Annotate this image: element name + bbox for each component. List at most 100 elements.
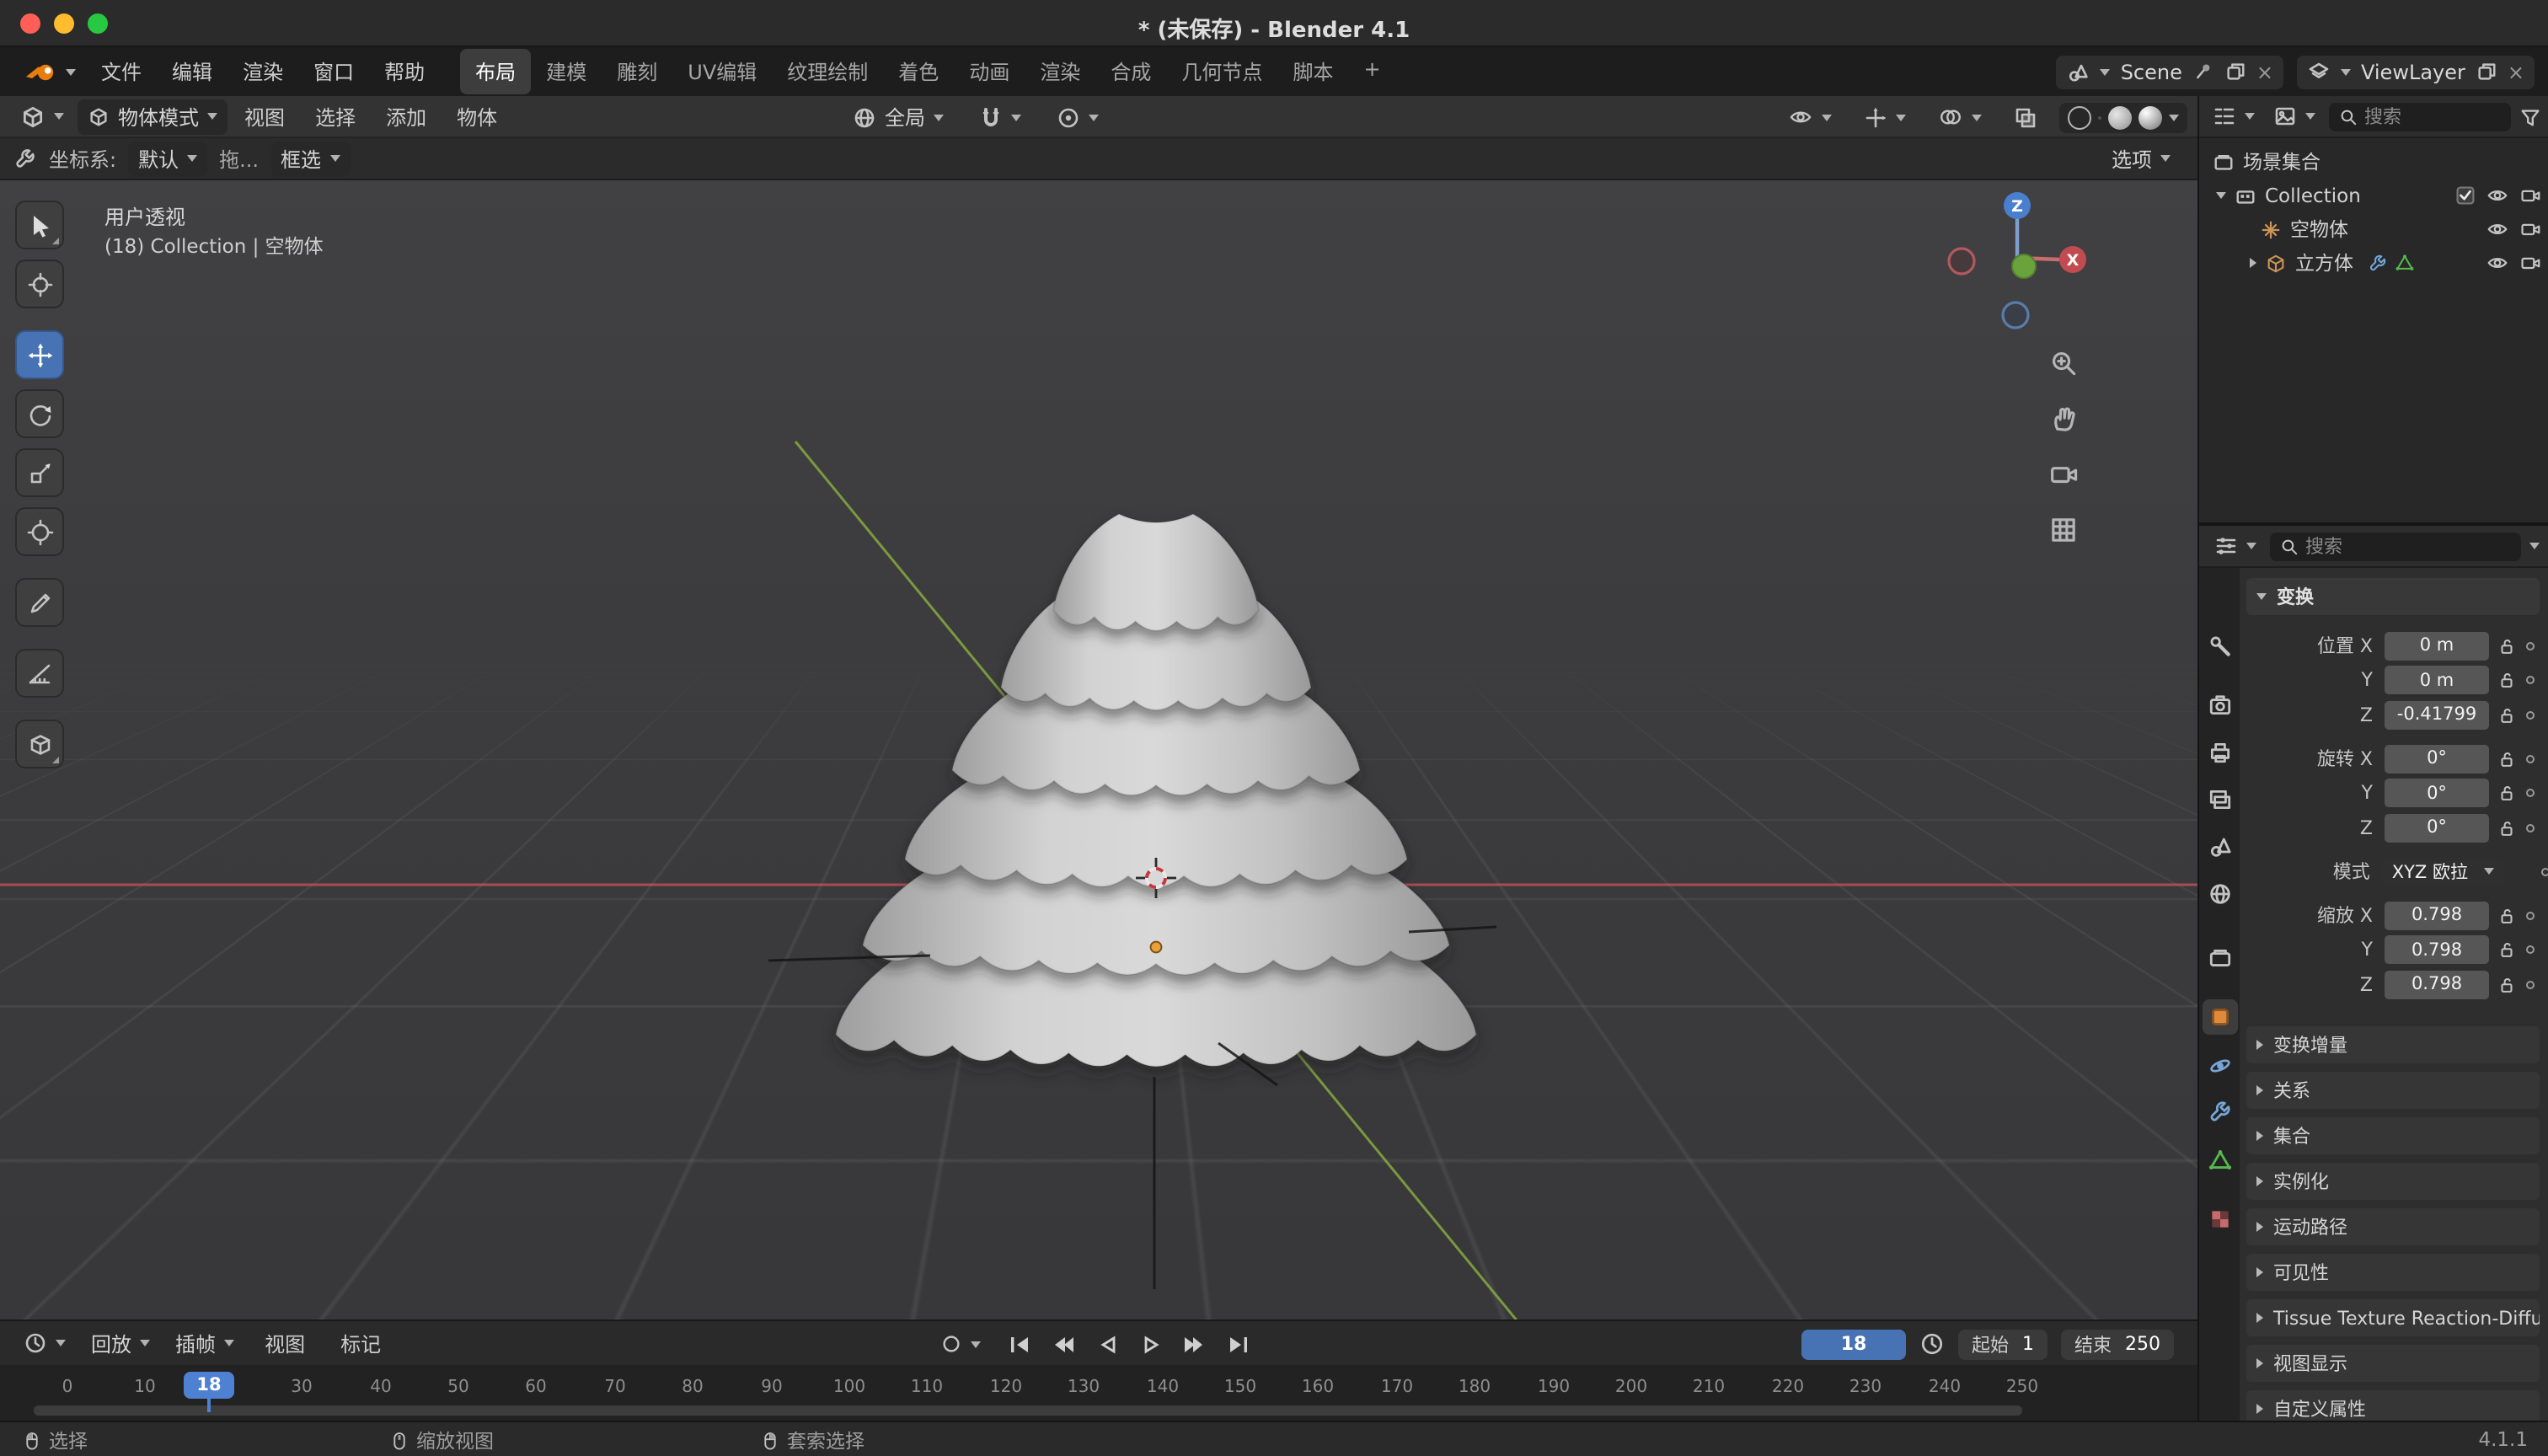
animate-dot[interactable] bbox=[2526, 754, 2535, 763]
rotation-z-field[interactable]: 0° bbox=[2385, 813, 2489, 842]
menu-add[interactable]: 添加 bbox=[372, 97, 440, 136]
outliner-search-input[interactable] bbox=[2364, 105, 2501, 127]
menu-view[interactable]: 视图 bbox=[231, 97, 298, 136]
section-instancing[interactable]: 实例化 bbox=[2246, 1163, 2540, 1200]
scale-y-field[interactable]: 0.798 bbox=[2385, 935, 2489, 964]
tab-scene[interactable] bbox=[2203, 829, 2238, 864]
outliner-editor-type-button[interactable] bbox=[2208, 101, 2260, 131]
lock-icon[interactable] bbox=[2497, 975, 2516, 993]
timeline-view-menu[interactable]: 视图 bbox=[249, 1322, 320, 1364]
play-button[interactable] bbox=[1136, 1329, 1166, 1359]
visibility-dropdown[interactable] bbox=[1778, 103, 1842, 131]
tab-render[interactable] bbox=[2203, 688, 2238, 723]
tab-collection[interactable] bbox=[2203, 940, 2238, 976]
section-collections[interactable]: 集合 bbox=[2246, 1117, 2540, 1154]
annotate-tool[interactable] bbox=[15, 578, 64, 627]
section-viewport-display[interactable]: 视图显示 bbox=[2246, 1345, 2540, 1382]
animate-dot[interactable] bbox=[2526, 641, 2535, 650]
scale-tool[interactable] bbox=[15, 448, 64, 497]
remove-viewlayer-icon[interactable]: × bbox=[2508, 60, 2524, 83]
gizmo-z-neg-axis[interactable] bbox=[2003, 302, 2028, 328]
scale-x-field[interactable]: 0.798 bbox=[2385, 901, 2489, 929]
location-y-field[interactable]: 0 m bbox=[2385, 666, 2489, 694]
xray-toggle[interactable] bbox=[2004, 102, 2048, 132]
pin-icon[interactable] bbox=[2192, 61, 2214, 83]
hide-viewport-icon[interactable] bbox=[2486, 219, 2509, 239]
viewlayer-selector[interactable]: ViewLayer × bbox=[2297, 55, 2535, 88]
orientation-dropdown[interactable]: 全局 bbox=[843, 99, 954, 135]
menu-window[interactable]: 窗口 bbox=[298, 51, 369, 93]
orientation-setting-dropdown[interactable]: 默认 bbox=[128, 141, 207, 176]
jump-to-end-button[interactable] bbox=[1223, 1329, 1254, 1359]
current-frame-field[interactable]: 18 bbox=[1801, 1329, 1906, 1359]
animate-dot[interactable] bbox=[2526, 710, 2535, 719]
ortho-toggle-button[interactable] bbox=[2042, 509, 2083, 549]
disable-render-icon[interactable] bbox=[2519, 185, 2541, 206]
tab-output[interactable] bbox=[2203, 735, 2238, 770]
frame-end-field[interactable]: 结束250 bbox=[2061, 1329, 2174, 1359]
workspace-tab-layout[interactable]: 布局 bbox=[460, 49, 531, 94]
animate-dot[interactable] bbox=[2526, 911, 2535, 919]
hide-viewport-icon[interactable] bbox=[2486, 185, 2509, 206]
workspace-tab-texture-paint[interactable]: 纹理绘制 bbox=[772, 49, 883, 94]
tab-physics[interactable] bbox=[2203, 1048, 2238, 1084]
rotation-mode-dropdown[interactable]: XYZ 欧拉 bbox=[2382, 857, 2504, 886]
shading-wireframe-button[interactable] bbox=[2068, 105, 2091, 129]
properties-options-caret[interactable] bbox=[2529, 543, 2540, 549]
scale-z-field[interactable]: 0.798 bbox=[2385, 970, 2489, 998]
scene-selector[interactable]: Scene × bbox=[2057, 55, 2283, 88]
animate-dot[interactable] bbox=[2526, 789, 2535, 797]
rotation-y-field[interactable]: 0° bbox=[2385, 779, 2489, 807]
workspace-tab-rendering[interactable]: 渲染 bbox=[1025, 49, 1095, 94]
hide-viewport-icon[interactable] bbox=[2486, 253, 2509, 273]
outliner-row-scene-collection[interactable]: 场景集合 bbox=[2199, 145, 2548, 179]
workspace-tab-modeling[interactable]: 建模 bbox=[531, 49, 602, 94]
menu-file[interactable]: 文件 bbox=[86, 51, 157, 93]
workspace-tab-scripting[interactable]: 脚本 bbox=[1277, 49, 1348, 94]
section-tissue[interactable]: Tissue Texture Reaction-Diffusion bbox=[2246, 1299, 2540, 1336]
menu-select[interactable]: 选择 bbox=[302, 97, 369, 136]
next-keyframe-button[interactable] bbox=[1180, 1329, 1210, 1359]
menu-render[interactable]: 渲染 bbox=[228, 51, 298, 93]
animate-dot[interactable] bbox=[2526, 945, 2535, 954]
camera-view-button[interactable] bbox=[2042, 453, 2083, 494]
object-origin-dot[interactable] bbox=[1151, 942, 1162, 953]
unlink-scene-icon[interactable]: × bbox=[2256, 60, 2273, 83]
filter-icon[interactable] bbox=[2519, 105, 2541, 127]
section-delta-transform[interactable]: 变换增量 bbox=[2246, 1026, 2540, 1063]
overlays-dropdown[interactable] bbox=[1928, 103, 1992, 131]
timecode-icon[interactable] bbox=[1919, 1331, 1945, 1357]
tab-texture[interactable] bbox=[2203, 1202, 2238, 1237]
rotation-x-field[interactable]: 0° bbox=[2385, 744, 2489, 773]
play-reverse-button[interactable] bbox=[1092, 1329, 1122, 1359]
move-tool[interactable] bbox=[15, 330, 64, 379]
section-relations[interactable]: 关系 bbox=[2246, 1072, 2540, 1109]
drag-mode-dropdown[interactable]: 框选 bbox=[270, 141, 350, 176]
shading-material-button[interactable] bbox=[2108, 105, 2132, 129]
menu-help[interactable]: 帮助 bbox=[369, 51, 440, 93]
jump-to-start-button[interactable] bbox=[1004, 1329, 1035, 1359]
lock-icon[interactable] bbox=[2497, 784, 2516, 802]
gizmos-dropdown[interactable] bbox=[1854, 102, 1916, 132]
3d-viewport[interactable]: 用户透视 (18) Collection | 空物体 bbox=[0, 180, 2197, 1320]
tool-options-dropdown[interactable]: 选项 bbox=[2101, 141, 2181, 176]
current-frame-badge[interactable]: 18 bbox=[184, 1372, 234, 1399]
tree-object[interactable] bbox=[836, 514, 1476, 1067]
frame-start-field[interactable]: 起始1 bbox=[1958, 1329, 2048, 1359]
gizmo-y-axis[interactable] bbox=[2012, 254, 2036, 278]
auto-key-toggle[interactable] bbox=[930, 1330, 991, 1358]
tab-tool[interactable] bbox=[2203, 629, 2238, 664]
lock-icon[interactable] bbox=[2497, 636, 2516, 655]
cube-expand-icon[interactable] bbox=[2250, 258, 2256, 268]
workspace-add-button[interactable]: + bbox=[1348, 49, 1395, 94]
lock-icon[interactable] bbox=[2497, 671, 2516, 689]
outliner-row-collection[interactable]: Collection bbox=[2199, 179, 2548, 212]
workspace-tab-sculpting[interactable]: 雕刻 bbox=[602, 49, 672, 94]
menu-object[interactable]: 物体 bbox=[443, 97, 511, 136]
shading-options-caret[interactable] bbox=[2169, 114, 2179, 120]
mode-dropdown[interactable]: 物体模式 bbox=[78, 99, 228, 134]
transform-tool[interactable] bbox=[15, 507, 64, 556]
disable-render-icon[interactable] bbox=[2519, 253, 2541, 273]
select-box-tool[interactable] bbox=[15, 201, 64, 249]
workspace-tab-compositing[interactable]: 合成 bbox=[1095, 49, 1166, 94]
